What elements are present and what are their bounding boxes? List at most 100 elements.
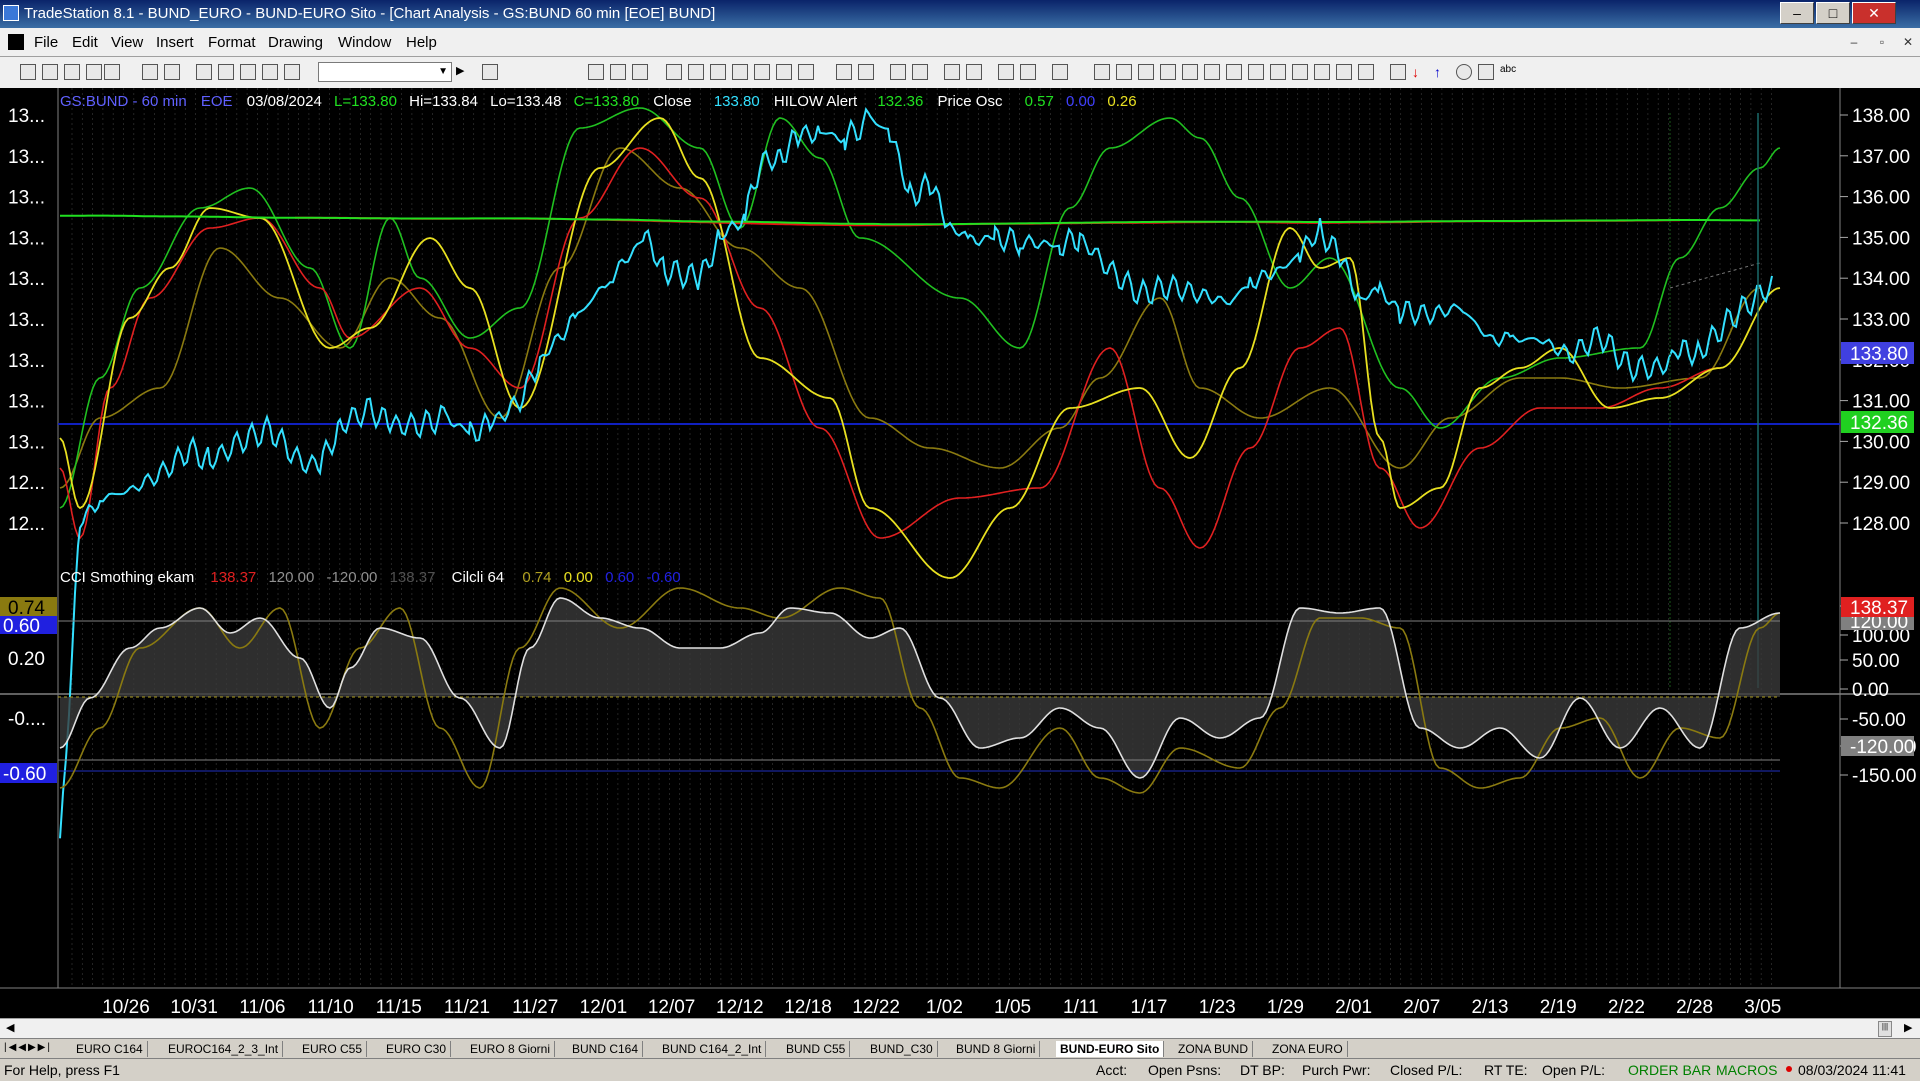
menu-insert[interactable]: Insert — [156, 34, 194, 51]
lock-icon[interactable] — [240, 64, 256, 80]
document-icon[interactable] — [8, 34, 24, 50]
gann-icon[interactable] — [1204, 64, 1220, 80]
menu-file[interactable]: File — [34, 34, 58, 51]
arc-icon[interactable] — [1336, 64, 1352, 80]
horizontal-scrollbar[interactable]: ◀ ||| ▶ — [0, 1018, 1920, 1039]
tab-nav-icons[interactable]: |◀◀▶▶| — [4, 1042, 52, 1053]
menu-drawing[interactable]: Drawing — [268, 34, 323, 51]
tab-bund-c55[interactable]: BUND C55 — [782, 1041, 851, 1057]
arrow-down-icon[interactable]: ↓ — [1412, 64, 1428, 80]
workspace-icon[interactable] — [64, 64, 80, 80]
scale-icon[interactable] — [798, 64, 814, 80]
macros-button[interactable]: MACROS — [1716, 1062, 1777, 1078]
scroll-left-icon[interactable]: ◀ — [6, 1021, 14, 1034]
bar-spacing-decrease-icon[interactable] — [836, 64, 852, 80]
horizontal-arrow-icon[interactable] — [1292, 64, 1308, 80]
tab-bund-euro-sito[interactable]: BUND-EURO Sito — [1056, 1041, 1165, 1057]
mdi-restore-button[interactable]: ▫ — [1870, 32, 1894, 52]
connection-status-icon — [1786, 1066, 1792, 1072]
save-icon[interactable] — [142, 64, 158, 80]
template-icon[interactable] — [1052, 64, 1068, 80]
maximize-button[interactable]: □ — [1816, 2, 1850, 24]
close-indicator-value: 133.80 — [714, 93, 760, 110]
insert-table-icon[interactable] — [610, 64, 626, 80]
tab-zona-bund[interactable]: ZONA BUND — [1174, 1041, 1254, 1057]
curve-icon[interactable] — [1390, 64, 1406, 80]
alert-icon[interactable] — [710, 64, 726, 80]
menu-help[interactable]: Help — [406, 34, 437, 51]
arrow-up-icon[interactable]: ↑ — [1434, 64, 1450, 80]
chart-style-icon[interactable] — [262, 64, 278, 80]
open-icon[interactable] — [42, 64, 58, 80]
refresh-icon[interactable] — [732, 64, 748, 80]
date-tick-label: 12/18 — [784, 997, 832, 1018]
chart-canvas[interactable]: GS:BUND - 60 min EOE 03/08/2024 L=133.80… — [0, 88, 1920, 1018]
parallel-lines-icon[interactable] — [1314, 64, 1330, 80]
tools-icon[interactable] — [998, 64, 1014, 80]
text-icon[interactable]: abc — [1500, 64, 1516, 80]
order-bar-button[interactable]: ORDER BAR — [1628, 1062, 1711, 1078]
pencil-icon[interactable] — [1358, 64, 1374, 80]
tab-euro-c55[interactable]: EURO C55 — [298, 1041, 368, 1057]
new-icon[interactable] — [20, 64, 36, 80]
angle-icon[interactable] — [1270, 64, 1286, 80]
find-icon[interactable] — [482, 64, 498, 80]
vertical-lines-icon[interactable] — [1116, 64, 1132, 80]
bar-spacing-increase-icon[interactable] — [858, 64, 874, 80]
ellipse-icon[interactable] — [1456, 64, 1472, 80]
play-icon[interactable]: ▶ — [456, 64, 472, 80]
tab-euro-c30[interactable]: EURO C30 — [382, 1041, 452, 1057]
minimize-button[interactable]: – — [1780, 2, 1814, 24]
pointer-icon[interactable] — [944, 64, 960, 80]
window-tile-icon[interactable] — [196, 64, 212, 80]
mdi-close-button[interactable]: ✕ — [1896, 32, 1920, 52]
status-dt-bp: DT BP: — [1240, 1062, 1285, 1078]
cci-value-2: 120.00 — [268, 569, 314, 586]
close-button[interactable]: ✕ — [1852, 2, 1896, 24]
chevron-down-icon: ▼ — [438, 66, 448, 77]
indicator-icon[interactable] — [666, 64, 682, 80]
horizontal-lines-icon[interactable] — [1138, 64, 1154, 80]
speed-lines-icon[interactable] — [1226, 64, 1242, 80]
menu-format[interactable]: Format — [208, 34, 256, 51]
cci-current-marker: 138.37 — [1841, 597, 1914, 619]
print-preview-icon[interactable] — [104, 64, 120, 80]
menu-view[interactable]: View — [111, 34, 143, 51]
scroll-thumb[interactable]: ||| — [1878, 1021, 1892, 1037]
insert-grid-icon[interactable] — [632, 64, 648, 80]
left-tick-label: 13... — [8, 392, 45, 413]
tab-euro-8-giorni[interactable]: EURO 8 Giorni — [466, 1041, 556, 1057]
symbol-dropdown[interactable]: ▼ — [318, 62, 452, 82]
zoom-in-icon[interactable] — [890, 64, 906, 80]
menu-window[interactable]: Window — [338, 34, 391, 51]
print-icon[interactable] — [164, 64, 180, 80]
window-cascade-icon[interactable] — [218, 64, 234, 80]
andrews-icon[interactable] — [1248, 64, 1264, 80]
data-icon[interactable] — [754, 64, 770, 80]
chart-session: EOE — [201, 93, 233, 110]
tab-bund-8-giorni[interactable]: BUND 8 Giorni — [952, 1041, 1041, 1057]
tab-euro-c164[interactable]: EURO C164 — [72, 1041, 148, 1057]
format-icon[interactable] — [1020, 64, 1036, 80]
mdi-minimize-button[interactable]: – — [1842, 32, 1866, 52]
menu-edit[interactable]: Edit — [72, 34, 98, 51]
insert-chart-icon[interactable] — [588, 64, 604, 80]
tab-bund-c30[interactable]: BUND_C30 — [866, 1041, 938, 1057]
cursor-data-icon[interactable] — [966, 64, 982, 80]
fib-icon[interactable] — [1182, 64, 1198, 80]
trendline-icon[interactable] — [1094, 64, 1110, 80]
tab-euroc164-2-3-int[interactable]: EUROC164_2_3_Int — [164, 1041, 284, 1057]
page-icon[interactable] — [86, 64, 102, 80]
zoom-out-icon[interactable] — [912, 64, 928, 80]
tab-zona-euro[interactable]: ZONA EURO — [1268, 1041, 1348, 1057]
strategy-icon[interactable] — [688, 64, 704, 80]
tab-bund-c164-2-int[interactable]: BUND C164_2_Int — [658, 1041, 767, 1057]
palette-icon[interactable] — [284, 64, 300, 80]
rectangle-icon[interactable] — [1478, 64, 1494, 80]
bars-icon[interactable] — [776, 64, 792, 80]
price-tick-label: 137.00 — [1852, 147, 1910, 168]
scroll-right-icon[interactable]: ▶ — [1904, 1021, 1912, 1034]
channel-icon[interactable] — [1160, 64, 1176, 80]
tab-bund-c164[interactable]: BUND C164 — [568, 1041, 644, 1057]
chart-analysis-window[interactable]: GS:BUND - 60 min EOE 03/08/2024 L=133.80… — [0, 88, 1920, 1018]
